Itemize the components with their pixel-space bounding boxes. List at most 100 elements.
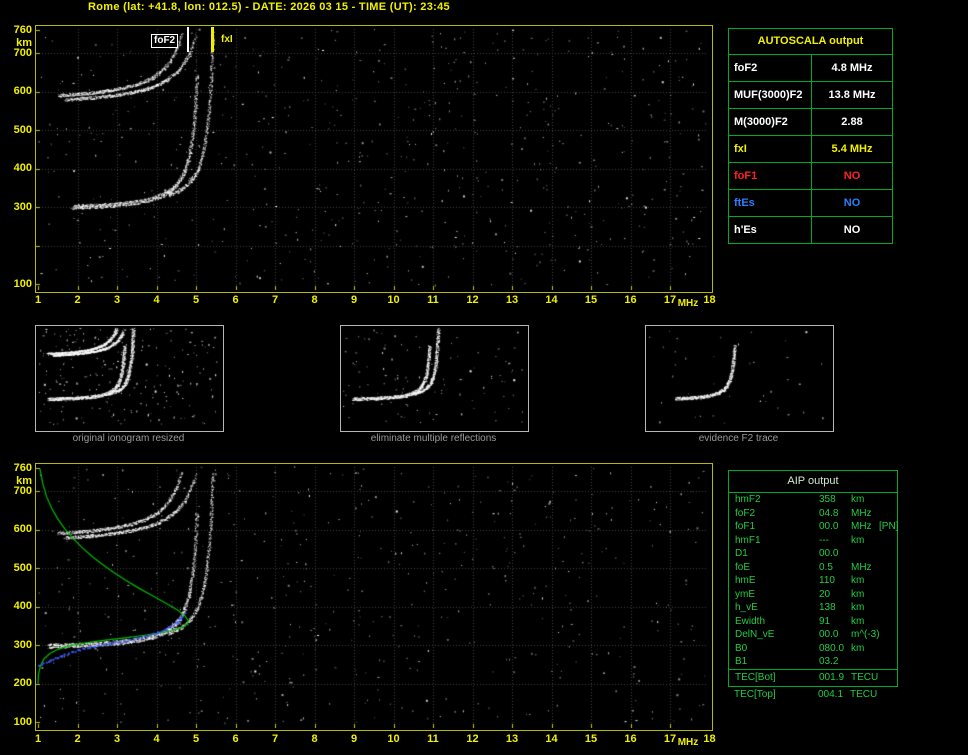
tec-row-value: 001.9 bbox=[819, 671, 845, 683]
aip-row-extra bbox=[879, 628, 897, 642]
aip-row-unit: km bbox=[851, 642, 865, 654]
autoscala-row-value: 13.8 MHz bbox=[828, 89, 876, 101]
tec-row-unit: TECU bbox=[851, 671, 879, 683]
aip-row-label: hmF1 bbox=[735, 534, 761, 546]
x-tick-label: 1 bbox=[34, 733, 42, 745]
aip-row: DelN_vE 00.0 m^(-3) bbox=[729, 628, 897, 642]
x-tick-label: 13 bbox=[505, 294, 519, 306]
profile-plot-frame bbox=[35, 463, 713, 731]
autoscala-row-value: 4.8 MHz bbox=[831, 62, 873, 74]
aip-row-extra bbox=[879, 534, 897, 548]
x-tick-label: 11 bbox=[427, 294, 439, 306]
fxI-marker-line bbox=[211, 27, 214, 52]
x-tick-label: 18 bbox=[703, 294, 716, 306]
aip-row-value: 080.0 bbox=[819, 642, 845, 654]
y-tick-label: 700 bbox=[13, 46, 32, 59]
y-tick-label: 100 bbox=[13, 715, 32, 728]
thumbnail-f2-trace bbox=[645, 325, 834, 432]
y-tick-label: 400 bbox=[13, 600, 32, 613]
autoscala-row-value: NO bbox=[843, 197, 861, 209]
x-tick-label: 2 bbox=[74, 733, 81, 745]
tec-row-extra bbox=[878, 688, 902, 702]
aip-row: hmF2 358 km bbox=[729, 493, 897, 507]
aip-row-unit bbox=[851, 547, 879, 561]
tec-row-label: TEC[Bot] bbox=[735, 671, 776, 683]
tec-row-label: TEC[Top] bbox=[734, 689, 776, 700]
autoscala-row: h'Es NO bbox=[729, 217, 892, 243]
x-tick-label: 17 bbox=[663, 294, 677, 306]
aip-row-unit: MHz bbox=[851, 561, 872, 573]
x-tick-label: 11 bbox=[427, 733, 439, 745]
aip-row-value: 03.2 bbox=[819, 656, 839, 667]
y-tick-label: 760 bbox=[13, 461, 32, 474]
aip-row-extra bbox=[879, 547, 897, 561]
fxI-marker-label: fxI bbox=[219, 34, 235, 46]
y-tick-label: 600 bbox=[13, 85, 32, 98]
autoscala-row-label: foF1 bbox=[729, 163, 812, 189]
aip-row-unit: km bbox=[851, 494, 865, 505]
x-tick-label: 13 bbox=[505, 733, 519, 745]
x-tick-label: 10 bbox=[387, 733, 400, 745]
y-tick-label: 700 bbox=[13, 484, 32, 497]
autoscala-row-label: ftEs bbox=[729, 190, 812, 216]
ionogram-plot-frame: foF2 fxI bbox=[35, 25, 713, 293]
y-tick-label: 300 bbox=[13, 200, 32, 213]
x-tick-label: 2 bbox=[74, 294, 81, 306]
aip-row-extra bbox=[879, 642, 897, 656]
tec-row-extra bbox=[879, 670, 897, 686]
x-tick-label: 15 bbox=[584, 294, 598, 306]
aip-row-label: hmF2 bbox=[735, 494, 761, 505]
foF2-marker-label: foF2 bbox=[151, 34, 179, 48]
aip-row: B0 080.0 km bbox=[729, 642, 897, 656]
aip-row-value: 358 bbox=[819, 494, 836, 505]
aip-row: foF1 00.0 MHz [PN] bbox=[729, 520, 898, 534]
y-tick-label: 500 bbox=[13, 561, 32, 574]
autoscala-row: M(3000)F2 2.88 bbox=[729, 109, 892, 136]
aip-row-label: B1 bbox=[735, 656, 748, 667]
x-tick-label: 18 bbox=[703, 733, 716, 745]
profile-ionogram-canvas bbox=[36, 464, 710, 728]
y-tick-label: 500 bbox=[13, 123, 32, 136]
autoscala-row-value: 5.4 MHz bbox=[831, 143, 873, 155]
aip-row-label: D1 bbox=[735, 548, 748, 559]
autoscala-rows: foF2 4.8 MHz MUF(3000)F2 13.8 MHz M(3000)F2 2… bbox=[729, 55, 892, 243]
aip-row-value: 0.5 bbox=[819, 561, 833, 573]
x-tick-label: 12 bbox=[466, 733, 479, 745]
x-tick-label: 15 bbox=[584, 733, 598, 745]
x-tick-label: 8 bbox=[311, 733, 318, 745]
x-tick-label: 4 bbox=[153, 733, 160, 745]
autoscala-row-label: h'Es bbox=[729, 217, 812, 243]
aip-row-label: foE bbox=[735, 561, 751, 573]
aip-row-extra bbox=[879, 615, 897, 629]
aip-row-value: 04.8 bbox=[819, 507, 839, 519]
aip-row: foF2 04.8 MHz bbox=[729, 507, 897, 521]
aip-row-unit: MHz bbox=[851, 507, 872, 519]
aip-row: foE 0.5 MHz bbox=[729, 561, 897, 575]
x-tick-label: 7 bbox=[271, 294, 279, 306]
x-tick-label: 3 bbox=[113, 294, 121, 306]
x-tick-label: 6 bbox=[232, 733, 239, 745]
thumbnail-f2-canvas bbox=[646, 326, 831, 429]
x-tick-label: 3 bbox=[113, 733, 121, 745]
aip-row-value: 20 bbox=[819, 588, 831, 600]
autoscala-row-value: NO bbox=[843, 170, 861, 182]
aip-row: B1 03.2 bbox=[729, 655, 897, 669]
aip-row-extra bbox=[879, 561, 897, 575]
aip-row-label: foF1 bbox=[735, 521, 756, 532]
aip-rows: hmF2 358 km foF2 04.8 MHz foF1 00.0 MHz [PN] hmF1 -… bbox=[729, 493, 898, 669]
aip-row-label: B0 bbox=[735, 642, 748, 654]
aip-row-extra bbox=[879, 574, 897, 588]
thumbnail-original-ionogram bbox=[35, 325, 224, 432]
aip-output-panel: AIP output hmF2 358 km foF2 04.8 MHz foF1 00.0 M… bbox=[728, 470, 898, 687]
aip-panel-header: AIP output bbox=[729, 471, 897, 493]
aip-row-unit: MHz bbox=[851, 521, 872, 532]
autoscala-row-label: MUF(3000)F2 bbox=[729, 82, 812, 108]
y-axis-unit: km bbox=[16, 36, 32, 49]
x-tick-label: 16 bbox=[624, 294, 637, 306]
ionogram-canvas bbox=[36, 26, 710, 290]
x-tick-label: 1 bbox=[34, 294, 42, 306]
x-tick-label: 16 bbox=[624, 733, 637, 745]
tec-top-row: TEC[Top] 004.1 TECU bbox=[728, 688, 902, 702]
tec-row-value: 004.1 bbox=[818, 689, 844, 700]
x-tick-label: 10 bbox=[387, 294, 400, 306]
